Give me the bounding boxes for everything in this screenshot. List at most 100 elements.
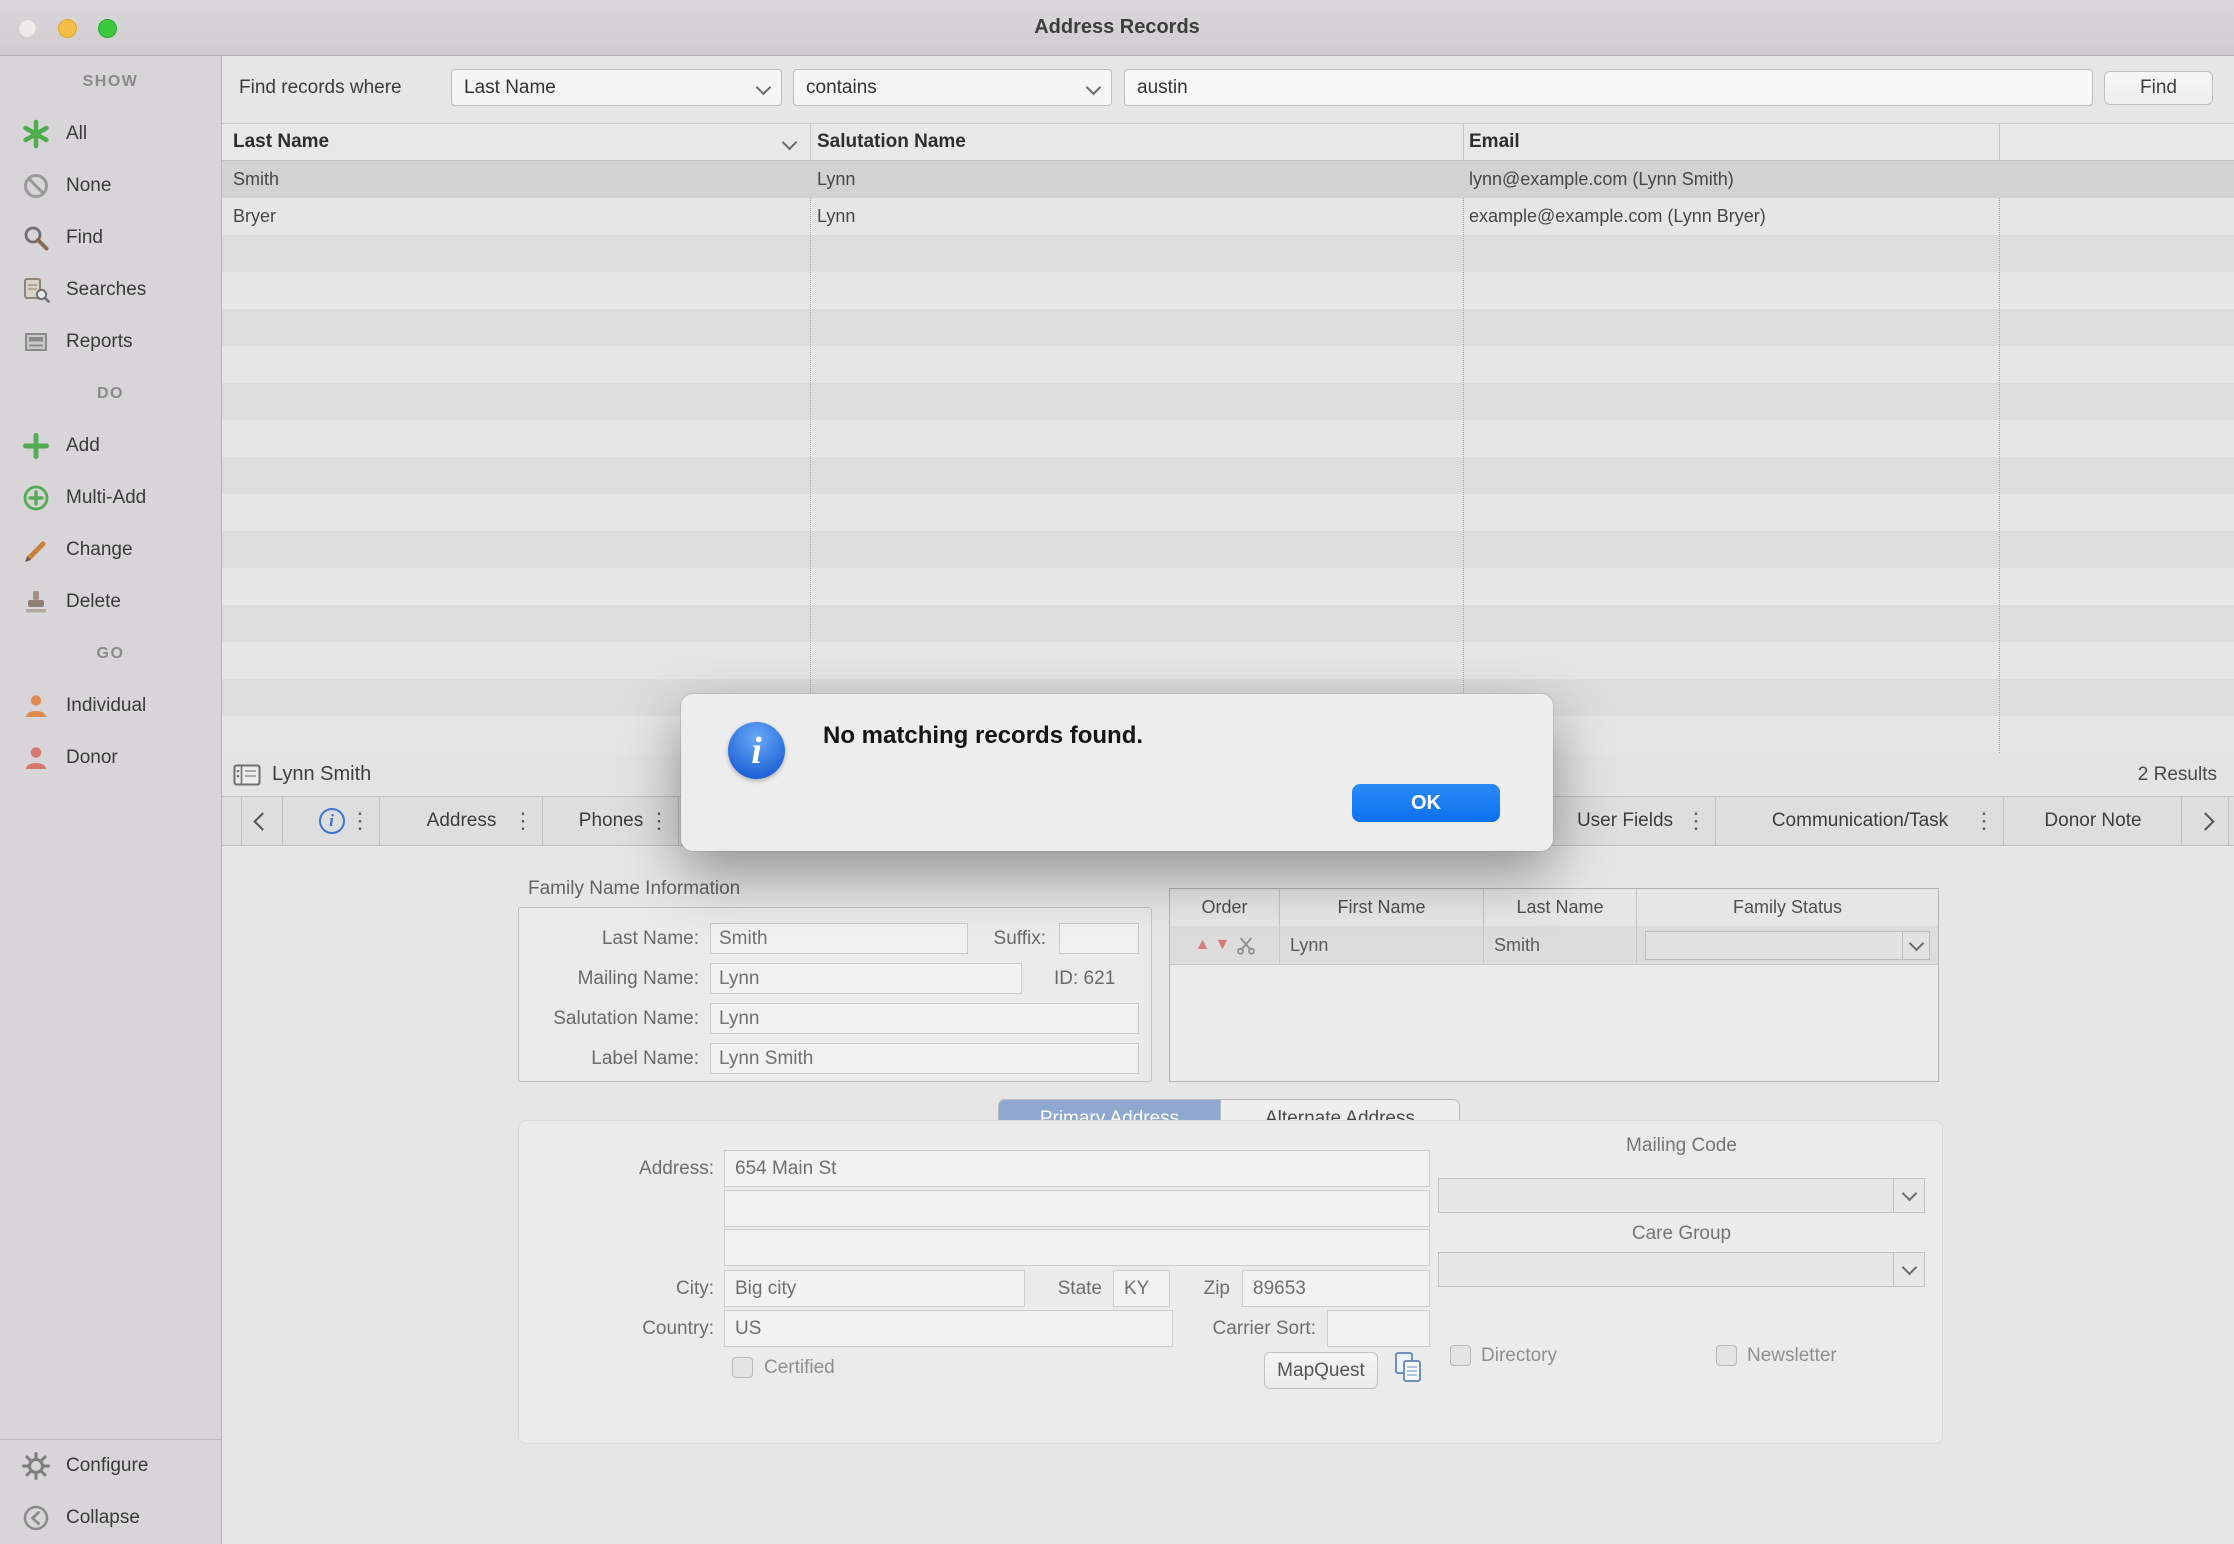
field-dropdown[interactable]: Last Name [451, 69, 782, 106]
scissors-icon[interactable] [1236, 935, 1256, 955]
address-line2-field[interactable] [724, 1190, 1430, 1227]
city-label: City: [579, 1270, 714, 1307]
chevron-down-icon [756, 80, 772, 96]
tab-forward-button[interactable] [2181, 797, 2229, 845]
tab-label: User Fields [1577, 810, 1673, 832]
chevron-down-icon [1086, 80, 1102, 96]
operator-dropdown[interactable]: contains [793, 69, 1112, 106]
table-row[interactable]: Bryer Lynn example@example.com (Lynn Bry… [222, 198, 2234, 235]
country-label: Country: [579, 1310, 714, 1347]
mailing-code-value [1439, 1185, 1449, 1206]
tab-menu-icon[interactable]: ⋮ [512, 809, 534, 833]
chevron-down-icon [1902, 932, 1929, 959]
tab-communication-task[interactable]: Communication/Task ⋮ [1715, 797, 2004, 845]
column-header-status: Family Status [1637, 889, 1938, 926]
ok-button[interactable]: OK [1352, 784, 1500, 822]
column-header-email[interactable]: Email [1469, 124, 1520, 160]
tab-label: Phones [579, 810, 643, 832]
newsletter-label: Newsletter [1747, 1337, 1837, 1374]
tab-menu-icon[interactable]: ⋮ [648, 809, 670, 833]
zip-field[interactable] [1242, 1270, 1430, 1307]
label-name-field[interactable] [710, 1043, 1139, 1074]
tab-menu-icon[interactable]: ⋮ [349, 809, 371, 833]
column-separator [810, 124, 811, 160]
tab-back-button[interactable] [241, 797, 283, 845]
sidebar-item-change[interactable]: Change [0, 524, 221, 576]
cell-email: lynn@example.com (Lynn Smith) [1469, 161, 1734, 198]
state-field[interactable] [1113, 1270, 1170, 1307]
state-label: State [1043, 1270, 1102, 1307]
sidebar-item-multi-add[interactable]: Multi-Add [0, 472, 221, 524]
column-separator [810, 161, 811, 753]
tab-label: Communication/Task [1772, 810, 1948, 832]
sidebar-item-label: Donor [66, 747, 118, 769]
sidebar-footer: Configure Collapse [0, 1439, 221, 1544]
directory-checkbox[interactable] [1450, 1345, 1471, 1366]
tab-donor-note[interactable]: Donor Note [2003, 797, 2182, 845]
mailing-code-dropdown[interactable] [1438, 1178, 1925, 1213]
family-status-dropdown[interactable] [1645, 931, 1930, 960]
address-line1-field[interactable] [724, 1150, 1430, 1187]
tab-user-fields[interactable]: User Fields ⋮ [1533, 797, 1716, 845]
sidebar-item-add[interactable]: Add [0, 420, 221, 472]
search-input[interactable] [1124, 69, 2093, 106]
sidebar-item-collapse[interactable]: Collapse [0, 1492, 221, 1544]
sidebar-item-label: All [66, 123, 87, 145]
tab-label: Donor Note [2044, 810, 2141, 832]
sidebar-item-all[interactable]: All [0, 108, 221, 160]
label-name-label: Label Name: [519, 1043, 699, 1074]
suffix-field[interactable] [1059, 923, 1139, 954]
family-status-value [1646, 935, 1654, 955]
chevron-down-icon [1893, 1253, 1924, 1286]
family-member-row[interactable]: ▲ ▼ Lynn Smith [1170, 926, 1938, 965]
find-button[interactable]: Find [2104, 71, 2213, 105]
copy-icon[interactable] [1394, 1351, 1424, 1390]
mapquest-button[interactable]: MapQuest [1264, 1352, 1378, 1389]
move-down-button[interactable]: ▼ [1215, 937, 1231, 953]
plus-icon [20, 430, 52, 462]
cell-last-name: Bryer [233, 198, 276, 235]
last-name-field[interactable] [710, 923, 968, 954]
column-header-last-name[interactable]: Last Name [233, 124, 329, 160]
column-header-salutation[interactable]: Salutation Name [817, 124, 966, 160]
results-table-body: Smith Lynn lynn@example.com (Lynn Smith)… [222, 161, 2234, 754]
sidebar-item-label: Delete [66, 591, 121, 613]
certified-label: Certified [764, 1349, 835, 1386]
carrier-sort-field[interactable] [1327, 1310, 1430, 1347]
salutation-name-field[interactable] [710, 1003, 1139, 1034]
pencil-icon [20, 534, 52, 566]
sidebar-section-go: GO [0, 628, 221, 680]
field-dropdown-value: Last Name [464, 77, 556, 99]
mailing-name-field[interactable] [710, 963, 1022, 994]
results-table-header: Last Name Salutation Name Email [222, 123, 2234, 161]
certified-checkbox[interactable] [732, 1357, 753, 1378]
cell-salutation: Lynn [817, 161, 855, 198]
move-up-button[interactable]: ▲ [1195, 937, 1211, 953]
sidebar-item-find[interactable]: Find [0, 212, 221, 264]
table-row[interactable]: Smith Lynn lynn@example.com (Lynn Smith) [222, 161, 2234, 198]
tab-info[interactable]: i ⋮ [282, 797, 380, 845]
tab-phones[interactable]: Phones ⋮ [542, 797, 679, 845]
carrier-sort-label: Carrier Sort: [1169, 1310, 1316, 1347]
person-icon [20, 690, 52, 722]
sidebar-item-none[interactable]: None [0, 160, 221, 212]
sidebar-item-delete[interactable]: Delete [0, 576, 221, 628]
tab-address[interactable]: Address ⋮ [379, 797, 543, 845]
tab-menu-icon[interactable]: ⋮ [1973, 809, 1995, 833]
sidebar-item-searches[interactable]: Searches [0, 264, 221, 316]
last-name-label: Last Name: [519, 923, 699, 954]
city-field[interactable] [724, 1270, 1025, 1307]
newsletter-checkbox[interactable] [1716, 1345, 1737, 1366]
sort-chevron-icon[interactable] [782, 135, 798, 151]
info-icon[interactable]: i [319, 808, 345, 834]
tab-menu-icon[interactable]: ⋮ [1685, 809, 1707, 833]
sidebar-item-donor[interactable]: Donor [0, 732, 221, 784]
country-field[interactable] [724, 1310, 1173, 1347]
sidebar-item-individual[interactable]: Individual [0, 680, 221, 732]
care-group-dropdown[interactable] [1438, 1252, 1925, 1287]
column-separator [1999, 124, 2000, 160]
address-line3-field[interactable] [724, 1229, 1430, 1266]
sidebar-item-reports[interactable]: Reports [0, 316, 221, 368]
sidebar-item-configure[interactable]: Configure [0, 1440, 221, 1492]
directory-label: Directory [1481, 1337, 1557, 1374]
